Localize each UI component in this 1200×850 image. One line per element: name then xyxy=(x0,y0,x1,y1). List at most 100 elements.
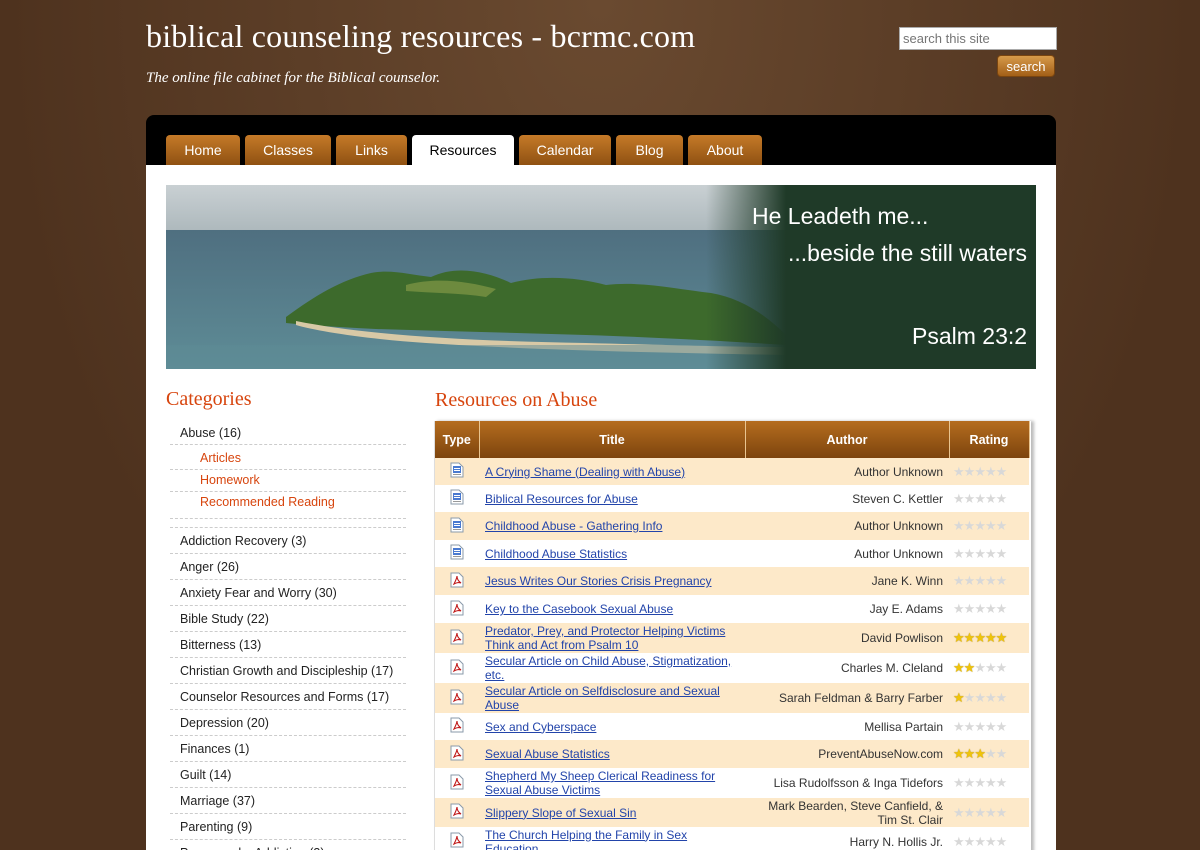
rating-star-icon[interactable]: ★ xyxy=(953,690,965,705)
rating-star-icon[interactable]: ★ xyxy=(996,805,1008,820)
pdf-document-icon[interactable] xyxy=(450,745,464,764)
rating-star-icon[interactable]: ★ xyxy=(953,601,965,616)
rating-star-icon[interactable]: ★ xyxy=(953,630,965,645)
rating-star-icon[interactable]: ★ xyxy=(953,746,965,761)
rating-star-icon[interactable]: ★ xyxy=(985,690,997,705)
category-guilt[interactable]: Guilt (14) xyxy=(170,762,406,788)
rating-star-icon[interactable]: ★ xyxy=(996,834,1008,849)
rating-star-icon[interactable]: ★ xyxy=(996,546,1008,561)
resource-link[interactable]: Predator, Prey, and Protector Helping Vi… xyxy=(485,624,739,652)
category-abuse[interactable]: Abuse (16) xyxy=(170,420,406,445)
category-bible-study[interactable]: Bible Study (22) xyxy=(170,606,406,632)
category-counselor-resources[interactable]: Counselor Resources and Forms (17) xyxy=(170,684,406,710)
rating-star-icon[interactable]: ★ xyxy=(996,464,1008,479)
resource-link[interactable]: Key to the Casebook Sexual Abuse xyxy=(485,602,739,616)
subcategory-homework[interactable]: Homework xyxy=(170,470,406,492)
rating-star-icon[interactable]: ★ xyxy=(996,660,1008,675)
rating-star-icon[interactable]: ★ xyxy=(985,546,997,561)
column-header-author[interactable]: Author xyxy=(745,421,950,458)
pdf-document-icon[interactable] xyxy=(450,689,464,708)
resource-link[interactable]: Jesus Writes Our Stories Crisis Pregnanc… xyxy=(485,574,739,588)
category-anxiety[interactable]: Anxiety Fear and Worry (30) xyxy=(170,580,406,606)
resource-link[interactable]: Sexual Abuse Statistics xyxy=(485,747,739,761)
resource-link[interactable]: Biblical Resources for Abuse xyxy=(485,492,739,506)
rating-star-icon[interactable]: ★ xyxy=(996,719,1008,734)
category-christian-growth[interactable]: Christian Growth and Discipleship (17) xyxy=(170,658,406,684)
resource-link[interactable]: Childhood Abuse Statistics xyxy=(485,547,739,561)
rating-star-icon[interactable]: ★ xyxy=(985,660,997,675)
rating-star-icon[interactable]: ★ xyxy=(985,805,997,820)
resource-link[interactable]: A Crying Shame (Dealing with Abuse) xyxy=(485,465,739,479)
subcategory-articles[interactable]: Articles xyxy=(170,448,406,470)
site-title[interactable]: biblical counseling resources - bcrmc.co… xyxy=(146,18,695,55)
rating-star-icon[interactable]: ★ xyxy=(953,518,965,533)
pdf-document-icon[interactable] xyxy=(450,572,464,591)
rating-star-icon[interactable]: ★ xyxy=(985,491,997,506)
category-bitterness[interactable]: Bitterness (13) xyxy=(170,632,406,658)
search-button[interactable]: search xyxy=(997,55,1055,77)
rating-star-icon[interactable]: ★ xyxy=(953,775,965,790)
category-marriage[interactable]: Marriage (37) xyxy=(170,788,406,814)
rating-star-icon[interactable]: ★ xyxy=(985,746,997,761)
rating-star-icon[interactable]: ★ xyxy=(996,630,1008,645)
rating-star-icon[interactable]: ★ xyxy=(996,491,1008,506)
column-header-title[interactable]: Title xyxy=(479,421,746,458)
resource-link[interactable]: Slippery Slope of Sexual Sin xyxy=(485,806,739,820)
word-document-icon[interactable] xyxy=(450,462,464,481)
rating-star-icon[interactable]: ★ xyxy=(953,464,965,479)
category-pornography-addiction[interactable]: Pornography Addiction (3) xyxy=(170,840,406,850)
tab-resources[interactable]: Resources xyxy=(412,135,514,165)
resource-link[interactable]: Childhood Abuse - Gathering Info xyxy=(485,519,739,533)
category-parenting[interactable]: Parenting (9) xyxy=(170,814,406,840)
rating-star-icon[interactable]: ★ xyxy=(953,491,965,506)
resource-link[interactable]: Secular Article on Child Abuse, Stigmati… xyxy=(485,654,739,682)
word-document-icon[interactable] xyxy=(450,517,464,536)
tab-links[interactable]: Links xyxy=(336,135,407,165)
pdf-document-icon[interactable] xyxy=(450,774,464,793)
rating-star-icon[interactable]: ★ xyxy=(985,719,997,734)
pdf-document-icon[interactable] xyxy=(450,659,464,678)
column-header-type[interactable]: Type xyxy=(435,421,480,458)
resource-link[interactable]: Shepherd My Sheep Clerical Readiness for… xyxy=(485,769,739,797)
pdf-document-icon[interactable] xyxy=(450,600,464,619)
rating-star-icon[interactable]: ★ xyxy=(953,834,965,849)
word-document-icon[interactable] xyxy=(450,544,464,563)
rating-star-icon[interactable]: ★ xyxy=(985,573,997,588)
category-anger[interactable]: Anger (26) xyxy=(170,554,406,580)
word-document-icon[interactable] xyxy=(450,489,464,508)
search-input[interactable] xyxy=(899,27,1057,50)
rating-star-icon[interactable]: ★ xyxy=(996,601,1008,616)
rating-star-icon[interactable]: ★ xyxy=(953,546,965,561)
rating-star-icon[interactable]: ★ xyxy=(953,573,965,588)
rating-star-icon[interactable]: ★ xyxy=(985,834,997,849)
rating-star-icon[interactable]: ★ xyxy=(985,775,997,790)
rating-star-icon[interactable]: ★ xyxy=(996,775,1008,790)
category-finances[interactable]: Finances (1) xyxy=(170,736,406,762)
rating-star-icon[interactable]: ★ xyxy=(996,690,1008,705)
pdf-document-icon[interactable] xyxy=(450,832,464,850)
rating-star-icon[interactable]: ★ xyxy=(985,630,997,645)
category-addiction-recovery[interactable]: Addiction Recovery (3) xyxy=(170,528,406,554)
column-header-rating[interactable]: Rating xyxy=(949,421,1030,458)
tab-classes[interactable]: Classes xyxy=(245,135,331,165)
category-depression[interactable]: Depression (20) xyxy=(170,710,406,736)
tab-blog[interactable]: Blog xyxy=(616,135,683,165)
rating-star-icon[interactable]: ★ xyxy=(985,518,997,533)
resource-link[interactable]: Secular Article on Selfdisclosure and Se… xyxy=(485,684,739,712)
tab-about[interactable]: About xyxy=(688,135,762,165)
resource-link[interactable]: Sex and Cyberspace xyxy=(485,720,739,734)
rating-star-icon[interactable]: ★ xyxy=(953,719,965,734)
rating-star-icon[interactable]: ★ xyxy=(953,660,965,675)
pdf-document-icon[interactable] xyxy=(450,629,464,648)
rating-star-icon[interactable]: ★ xyxy=(985,464,997,479)
pdf-document-icon[interactable] xyxy=(450,803,464,822)
rating-star-icon[interactable]: ★ xyxy=(996,518,1008,533)
tab-calendar[interactable]: Calendar xyxy=(519,135,611,165)
rating-star-icon[interactable]: ★ xyxy=(985,601,997,616)
rating-star-icon[interactable]: ★ xyxy=(996,573,1008,588)
rating-star-icon[interactable]: ★ xyxy=(996,746,1008,761)
subcategory-recommended-reading[interactable]: Recommended Reading xyxy=(170,492,406,513)
tab-home[interactable]: Home xyxy=(166,135,240,165)
pdf-document-icon[interactable] xyxy=(450,717,464,736)
resource-link[interactable]: The Church Helping the Family in Sex Edu… xyxy=(485,828,739,850)
